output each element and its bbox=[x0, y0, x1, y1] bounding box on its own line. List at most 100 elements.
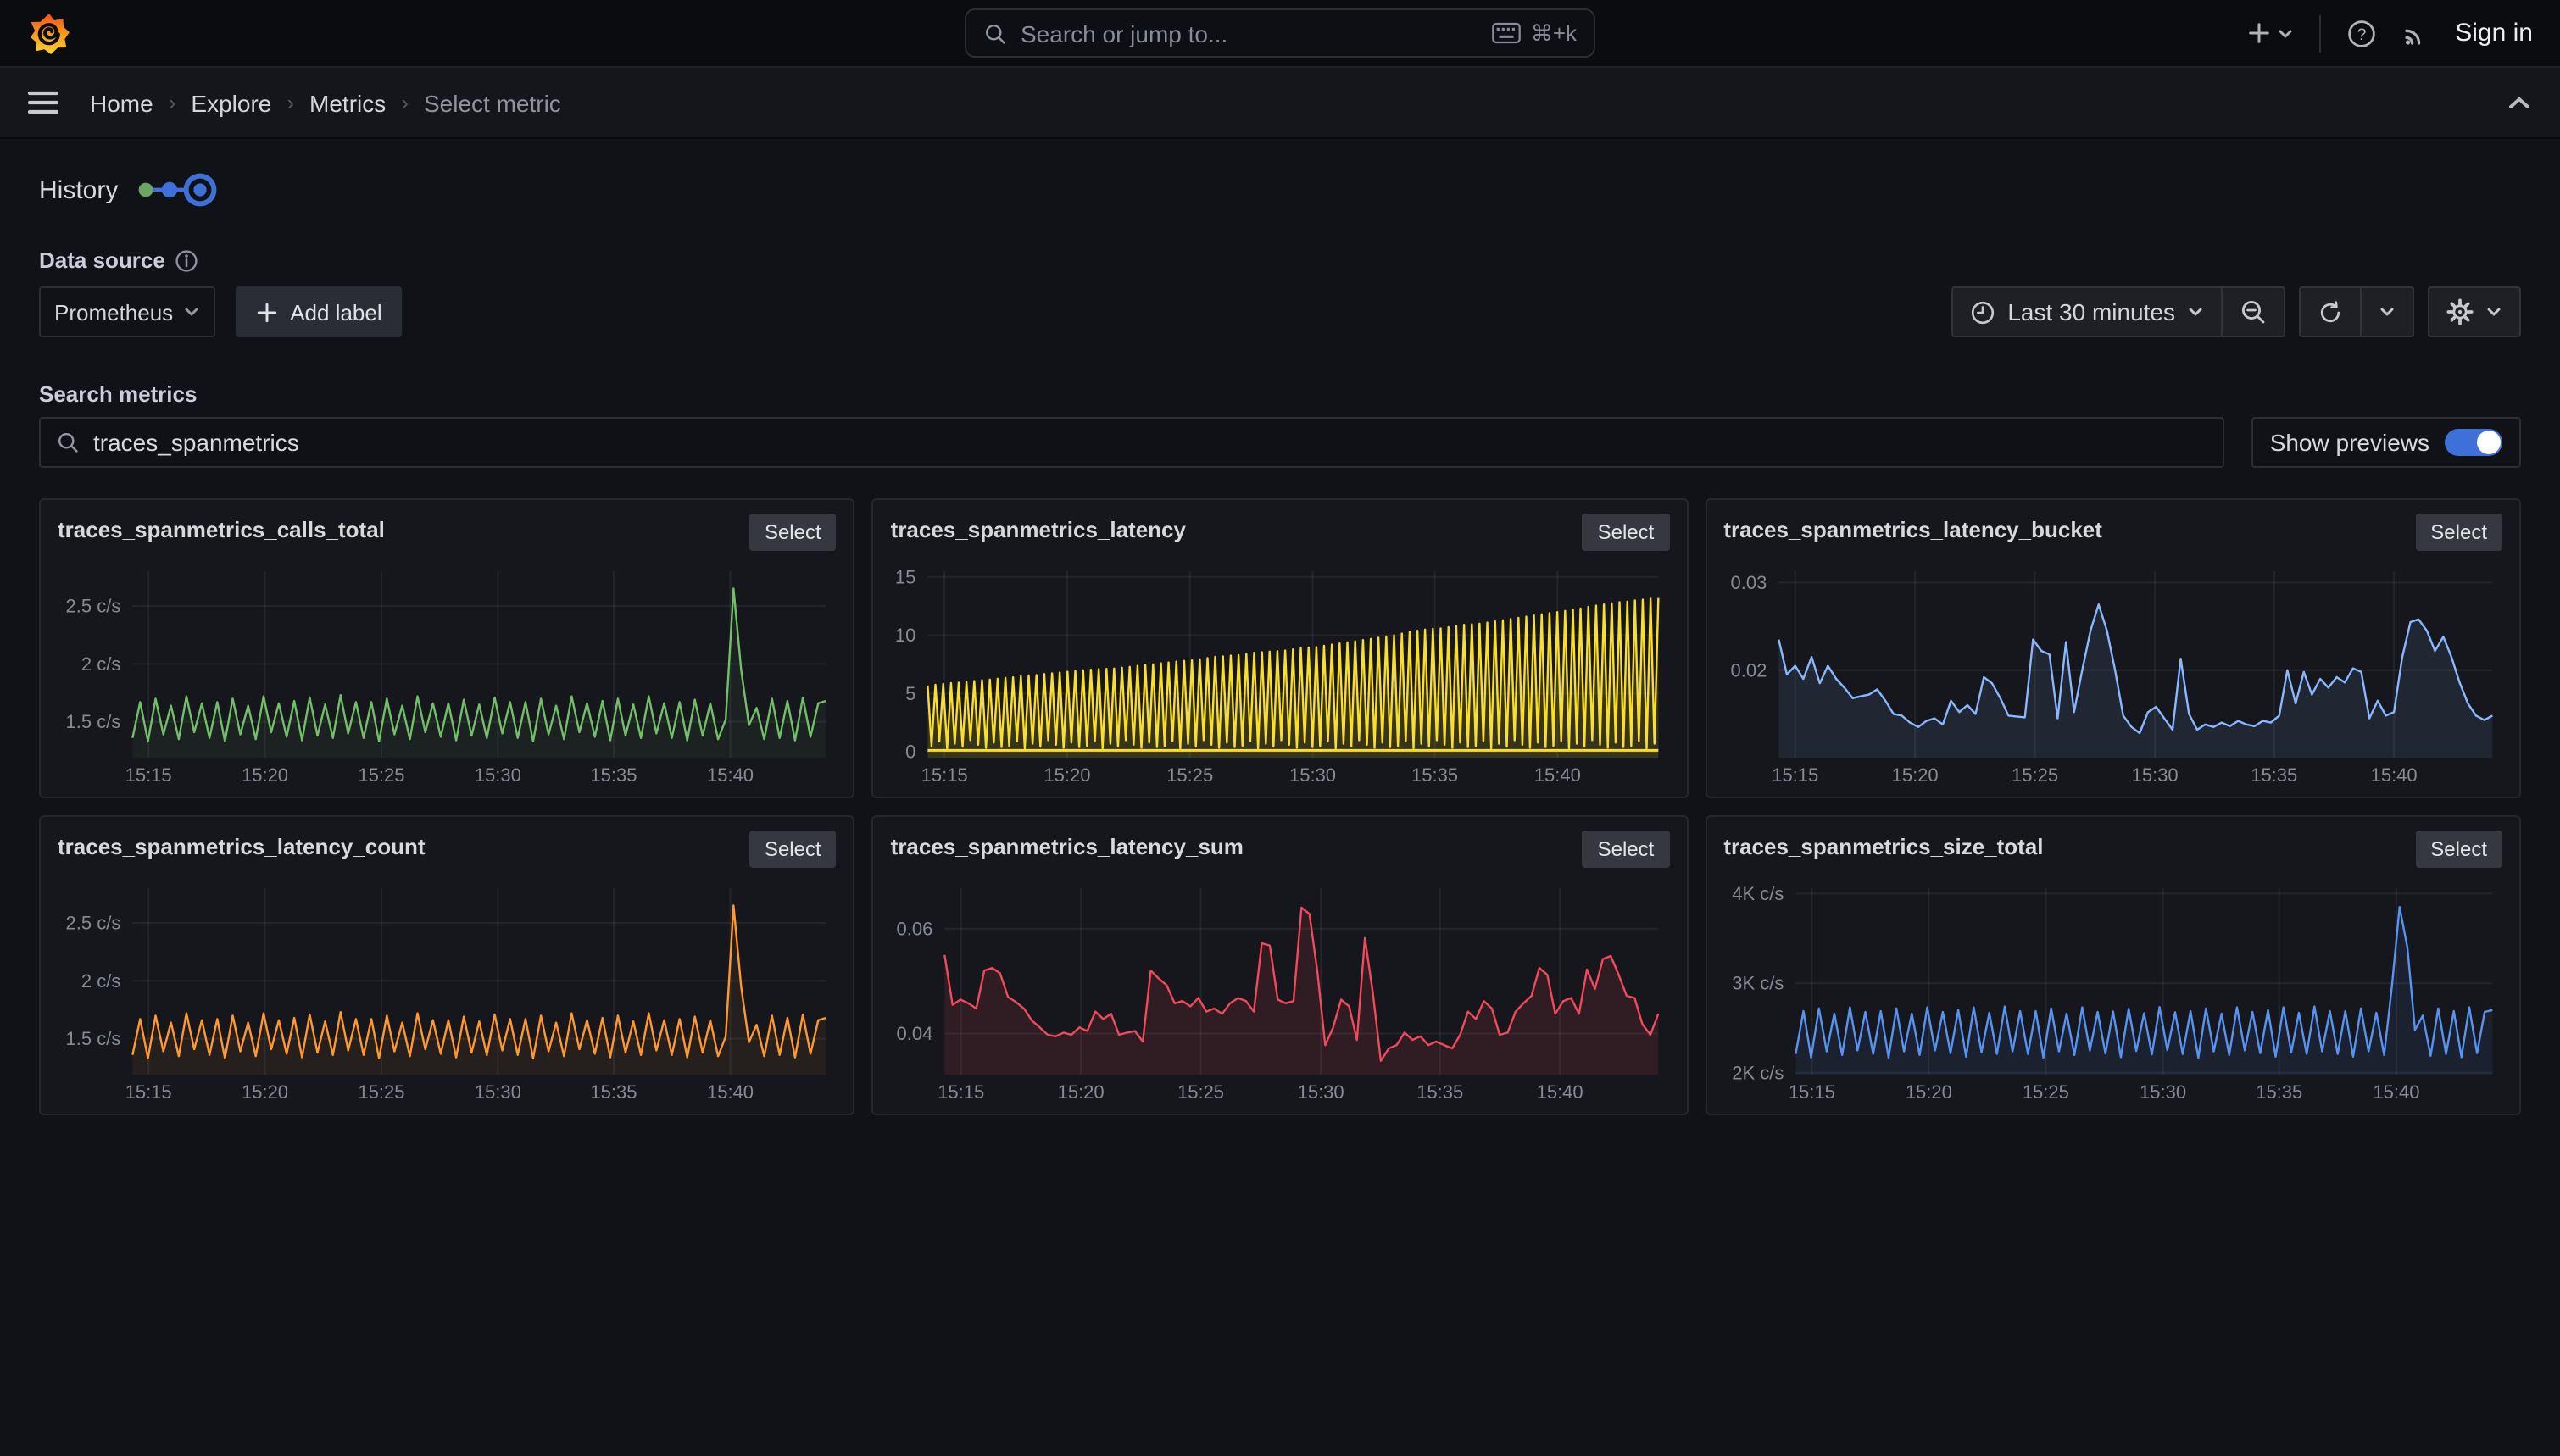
svg-text:15:40: 15:40 bbox=[2370, 764, 2417, 786]
metric-card-header: traces_spanmetrics_size_total Select bbox=[1723, 831, 2502, 878]
metric-card: traces_spanmetrics_latency_bucket Select… bbox=[1705, 498, 2521, 798]
select-metric-button[interactable]: Select bbox=[2415, 514, 2502, 551]
metric-preview-chart: 0.020.0315:1515:2015:2515:3015:3515:40 bbox=[1723, 561, 2502, 788]
metric-card-header: traces_spanmetrics_latency_bucket Select bbox=[1723, 514, 2502, 561]
global-search-bar[interactable]: ⌘+k bbox=[965, 8, 1595, 58]
svg-text:15:30: 15:30 bbox=[475, 764, 521, 786]
collapse-header-button[interactable] bbox=[2506, 92, 2533, 113]
svg-text:15:35: 15:35 bbox=[2251, 764, 2297, 786]
info-icon bbox=[175, 248, 199, 272]
metric-card-header: traces_spanmetrics_calls_total Select bbox=[58, 514, 837, 561]
zoom-out-button[interactable] bbox=[2221, 288, 2284, 336]
query-controls: Prometheus Add label bbox=[39, 286, 403, 337]
new-menu-button[interactable] bbox=[2246, 20, 2294, 46]
select-metric-button[interactable]: Select bbox=[1583, 831, 1670, 868]
svg-text:15:20: 15:20 bbox=[1044, 764, 1091, 786]
news-button[interactable] bbox=[2402, 19, 2429, 47]
settings-button[interactable] bbox=[2429, 288, 2519, 336]
metrics-search-box bbox=[39, 417, 2224, 468]
svg-text:15:15: 15:15 bbox=[921, 764, 968, 786]
nav-right-actions: ? Sign in bbox=[2246, 14, 2533, 52]
svg-text:15:20: 15:20 bbox=[242, 764, 288, 786]
breadcrumb-separator: › bbox=[401, 90, 409, 115]
svg-text:15:15: 15:15 bbox=[125, 764, 172, 786]
time-range-picker[interactable]: Last 30 minutes bbox=[1953, 288, 2221, 336]
metric-card-header: traces_spanmetrics_latency_count Select bbox=[58, 831, 837, 878]
settings-group bbox=[2428, 286, 2521, 337]
metric-card: traces_spanmetrics_calls_total Select 1.… bbox=[39, 498, 855, 798]
sign-in-button[interactable]: Sign in bbox=[2455, 19, 2533, 47]
refresh-icon bbox=[2318, 299, 2343, 325]
breadcrumb-explore[interactable]: Explore bbox=[191, 89, 271, 116]
hamburger-icon bbox=[27, 90, 59, 115]
global-search-input[interactable] bbox=[1021, 19, 1478, 47]
svg-text:15:40: 15:40 bbox=[1534, 764, 1581, 786]
metric-title: traces_spanmetrics_latency_sum bbox=[891, 831, 1244, 859]
gear-icon bbox=[2446, 298, 2474, 325]
svg-text:1.5 c/s: 1.5 c/s bbox=[66, 711, 121, 732]
refresh-interval-button[interactable] bbox=[2360, 288, 2413, 336]
select-metric-button[interactable]: Select bbox=[1583, 514, 1670, 551]
svg-text:5: 5 bbox=[906, 683, 916, 704]
metrics-search-input[interactable] bbox=[93, 429, 2207, 456]
select-metric-button[interactable]: Select bbox=[2415, 831, 2502, 868]
svg-text:15:35: 15:35 bbox=[590, 764, 637, 786]
svg-text:15:30: 15:30 bbox=[2139, 1081, 2185, 1103]
refresh-button[interactable] bbox=[2301, 288, 2360, 336]
history-timeline[interactable] bbox=[135, 169, 220, 210]
metric-title: traces_spanmetrics_size_total bbox=[1723, 831, 2043, 859]
controls-row: Prometheus Add label Last 30 minutes bbox=[39, 286, 2521, 337]
metric-card-header: traces_spanmetrics_latency Select bbox=[891, 514, 1670, 561]
svg-text:15:25: 15:25 bbox=[2022, 1081, 2068, 1103]
svg-text:15:40: 15:40 bbox=[2373, 1081, 2419, 1103]
breadcrumb-home[interactable]: Home bbox=[90, 89, 153, 116]
svg-text:15:30: 15:30 bbox=[2131, 764, 2178, 786]
svg-text:15:15: 15:15 bbox=[1772, 764, 1818, 786]
svg-text:15:40: 15:40 bbox=[707, 764, 754, 786]
top-nav: ⌘+k ? Sign in bbox=[0, 0, 2560, 68]
datasource-section-label: Data source bbox=[39, 247, 2521, 273]
help-icon: ? bbox=[2346, 18, 2377, 48]
svg-text:?: ? bbox=[2357, 25, 2367, 43]
svg-text:15:20: 15:20 bbox=[1058, 1081, 1105, 1103]
search-icon bbox=[56, 431, 80, 454]
help-button[interactable]: ? bbox=[2346, 18, 2377, 48]
svg-text:15:20: 15:20 bbox=[1905, 1081, 1951, 1103]
search-icon bbox=[983, 21, 1007, 45]
datasource-picker[interactable]: Prometheus bbox=[39, 286, 215, 337]
svg-text:2K c/s: 2K c/s bbox=[1732, 1062, 1784, 1083]
history-step-dot bbox=[161, 182, 176, 197]
history-section: History bbox=[39, 169, 2521, 210]
show-previews-label: Show previews bbox=[2270, 429, 2429, 456]
history-label: History bbox=[39, 175, 118, 204]
time-range-label: Last 30 minutes bbox=[2007, 298, 2175, 325]
breadcrumb-metrics[interactable]: Metrics bbox=[309, 89, 386, 116]
svg-text:3K c/s: 3K c/s bbox=[1732, 973, 1784, 994]
add-label-text: Add label bbox=[290, 299, 381, 325]
select-metric-button[interactable]: Select bbox=[749, 514, 837, 551]
svg-text:2.5 c/s: 2.5 c/s bbox=[66, 913, 121, 934]
keyboard-icon bbox=[1492, 22, 1521, 44]
show-previews-toggle[interactable] bbox=[2445, 429, 2502, 456]
search-row: Show previews bbox=[39, 417, 2521, 468]
metric-title: traces_spanmetrics_latency_count bbox=[58, 831, 426, 859]
svg-text:15:25: 15:25 bbox=[2011, 764, 2057, 786]
grafana-app: ⌘+k ? Sign in Home › Explore › bbox=[0, 0, 2560, 1456]
add-label-button[interactable]: Add label bbox=[236, 286, 402, 337]
chevron-down-icon bbox=[2485, 303, 2502, 320]
svg-text:2.5 c/s: 2.5 c/s bbox=[66, 596, 121, 617]
metric-cards-grid: traces_spanmetrics_calls_total Select 1.… bbox=[39, 498, 2521, 1115]
select-metric-button[interactable]: Select bbox=[749, 831, 837, 868]
rss-icon bbox=[2402, 19, 2429, 47]
mega-menu-button[interactable] bbox=[27, 90, 59, 115]
metric-title: traces_spanmetrics_calls_total bbox=[58, 514, 385, 542]
svg-text:15:35: 15:35 bbox=[590, 1081, 637, 1103]
breadcrumb-current: Select metric bbox=[424, 89, 561, 116]
metric-card: traces_spanmetrics_latency Select 051015… bbox=[872, 498, 1689, 798]
svg-text:15:20: 15:20 bbox=[242, 1081, 288, 1103]
svg-text:0.02: 0.02 bbox=[1730, 659, 1767, 681]
grafana-logo-icon[interactable] bbox=[27, 11, 71, 55]
show-previews-control: Show previews bbox=[2251, 417, 2521, 468]
toggle-knob bbox=[2477, 431, 2501, 454]
svg-text:15:25: 15:25 bbox=[1178, 1081, 1225, 1103]
